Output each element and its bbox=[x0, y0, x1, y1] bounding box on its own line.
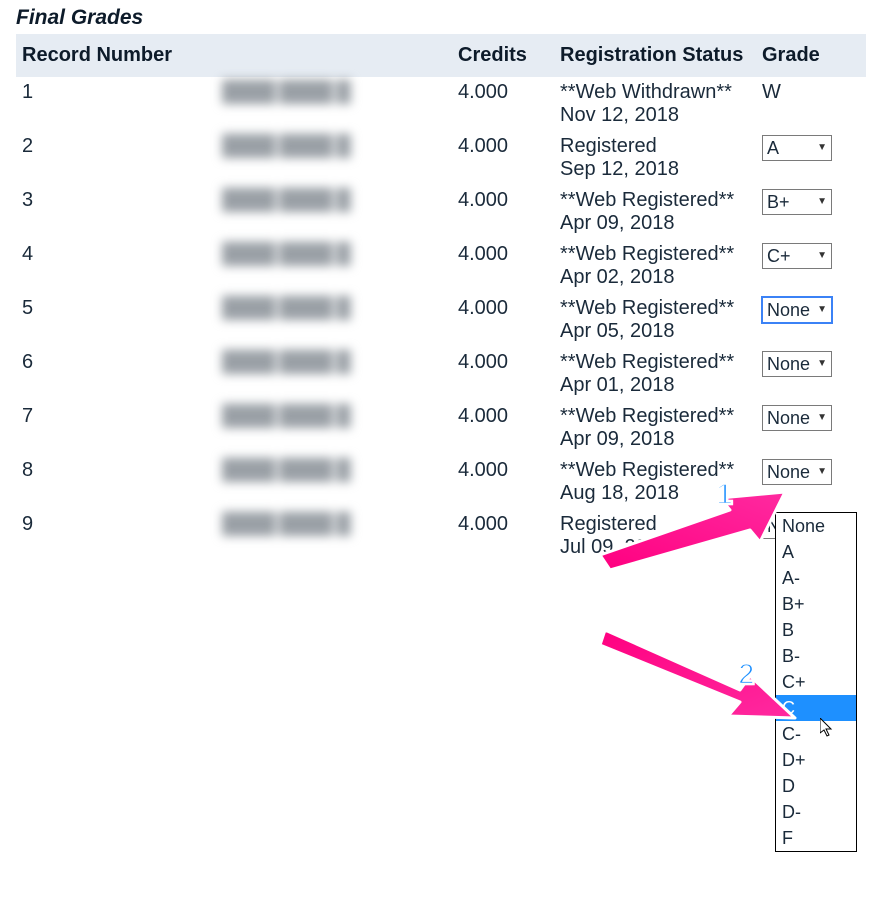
cell-credits: 4.000 bbox=[452, 401, 554, 455]
grade-select[interactable]: None bbox=[762, 405, 832, 431]
grade-option[interactable]: None bbox=[776, 513, 856, 539]
grade-option[interactable]: A bbox=[776, 539, 856, 565]
cell-credits: 4.000 bbox=[452, 239, 554, 293]
cell-credits: 4.000 bbox=[452, 131, 554, 185]
cell-record-number: 8 bbox=[16, 455, 216, 509]
cell-registration-status: **Web Registered**Apr 09, 2018 bbox=[554, 401, 756, 455]
cell-credits: 4.000 bbox=[452, 77, 554, 131]
cell-record-number: 7 bbox=[16, 401, 216, 455]
cell-credits: 4.000 bbox=[452, 455, 554, 509]
cell-credits: 4.000 bbox=[452, 509, 554, 563]
col-header-record: Record Number bbox=[16, 34, 216, 77]
cell-record-number: 4 bbox=[16, 239, 216, 293]
cell-registration-status: RegisteredSep 12, 2018 bbox=[554, 131, 756, 185]
cell-student-name: ████ ████ █ bbox=[216, 239, 452, 293]
cell-grade: None bbox=[756, 401, 866, 455]
table-row: 4████ ████ █4.000**Web Registered**Apr 0… bbox=[16, 239, 866, 293]
cell-registration-status: RegisteredJul 09, 2018 bbox=[554, 509, 756, 563]
grade-option[interactable]: B+ bbox=[776, 591, 856, 617]
cell-grade: None bbox=[756, 455, 866, 509]
grade-option[interactable]: A- bbox=[776, 565, 856, 591]
grade-option[interactable]: C bbox=[776, 695, 856, 721]
cell-record-number: 1 bbox=[16, 77, 216, 131]
cell-registration-status: **Web Registered**Apr 01, 2018 bbox=[554, 347, 756, 401]
col-header-name bbox=[216, 34, 452, 77]
cell-credits: 4.000 bbox=[452, 293, 554, 347]
table-row: 5████ ████ █4.000**Web Registered**Apr 0… bbox=[16, 293, 866, 347]
table-row: 7████ ████ █4.000**Web Registered**Apr 0… bbox=[16, 401, 866, 455]
cell-student-name: ████ ████ █ bbox=[216, 77, 452, 131]
cell-grade: B+ bbox=[756, 185, 866, 239]
cell-credits: 4.000 bbox=[452, 185, 554, 239]
cell-record-number: 2 bbox=[16, 131, 216, 185]
table-row: 8████ ████ █4.000**Web Registered**Aug 1… bbox=[16, 455, 866, 509]
grade-select[interactable]: None bbox=[762, 297, 832, 323]
cell-registration-status: **Web Withdrawn**Nov 12, 2018 bbox=[554, 77, 756, 131]
grade-option[interactable]: B- bbox=[776, 643, 856, 669]
cell-credits: 4.000 bbox=[452, 347, 554, 401]
cell-grade: W bbox=[756, 77, 866, 131]
grade-select[interactable]: None bbox=[762, 459, 832, 485]
cell-registration-status: **Web Registered**Apr 09, 2018 bbox=[554, 185, 756, 239]
table-row: 6████ ████ █4.000**Web Registered**Apr 0… bbox=[16, 347, 866, 401]
grade-option[interactable]: F bbox=[776, 825, 856, 851]
cell-registration-status: **Web Registered**Apr 05, 2018 bbox=[554, 293, 756, 347]
table-row: 3████ ████ █4.000**Web Registered**Apr 0… bbox=[16, 185, 866, 239]
grade-option[interactable]: C+ bbox=[776, 669, 856, 695]
cell-grade: A bbox=[756, 131, 866, 185]
table-row: 9████ ████ █4.000RegisteredJul 09, 2018 N… bbox=[16, 509, 866, 563]
grades-table: Record Number Credits Registration Statu… bbox=[16, 34, 866, 563]
table-row: 2████ ████ █4.000RegisteredSep 12, 2018A bbox=[16, 131, 866, 185]
grade-option[interactable]: D+ bbox=[776, 747, 856, 773]
col-header-grade: Grade bbox=[756, 34, 866, 77]
grade-option[interactable]: C- bbox=[776, 721, 856, 747]
page-title: Final Grades bbox=[16, 0, 866, 34]
cell-record-number: 5 bbox=[16, 293, 216, 347]
grade-option[interactable]: B bbox=[776, 617, 856, 643]
cell-record-number: 3 bbox=[16, 185, 216, 239]
cell-grade: None bbox=[756, 347, 866, 401]
grade-select[interactable]: A bbox=[762, 135, 832, 161]
cell-student-name: ████ ████ █ bbox=[216, 401, 452, 455]
cell-student-name: ████ ████ █ bbox=[216, 293, 452, 347]
cell-registration-status: **Web Registered**Apr 02, 2018 bbox=[554, 239, 756, 293]
annotation-label-1: 1 bbox=[716, 478, 733, 512]
grade-dropdown-list[interactable]: NoneAA-B+BB-C+CC-D+DD-F bbox=[775, 512, 857, 852]
cell-record-number: 9 bbox=[16, 509, 216, 563]
col-header-credits: Credits bbox=[452, 34, 554, 77]
cell-student-name: ████ ████ █ bbox=[216, 509, 452, 563]
cell-grade: C+ bbox=[756, 239, 866, 293]
cell-grade: None bbox=[756, 293, 866, 347]
grade-select[interactable]: None bbox=[762, 351, 832, 377]
table-row: 1████ ████ █4.000**Web Withdrawn**Nov 12… bbox=[16, 77, 866, 131]
cell-student-name: ████ ████ █ bbox=[216, 185, 452, 239]
annotation-label-2: 2 bbox=[738, 658, 755, 692]
annotation-arrow-2 bbox=[600, 620, 800, 720]
grade-option[interactable]: D- bbox=[776, 799, 856, 825]
grade-select[interactable]: B+ bbox=[762, 189, 832, 215]
cell-student-name: ████ ████ █ bbox=[216, 131, 452, 185]
cell-record-number: 6 bbox=[16, 347, 216, 401]
cell-student-name: ████ ████ █ bbox=[216, 455, 452, 509]
grade-select[interactable]: C+ bbox=[762, 243, 832, 269]
cell-student-name: ████ ████ █ bbox=[216, 347, 452, 401]
col-header-regstatus: Registration Status bbox=[554, 34, 756, 77]
grade-option[interactable]: D bbox=[776, 773, 856, 799]
